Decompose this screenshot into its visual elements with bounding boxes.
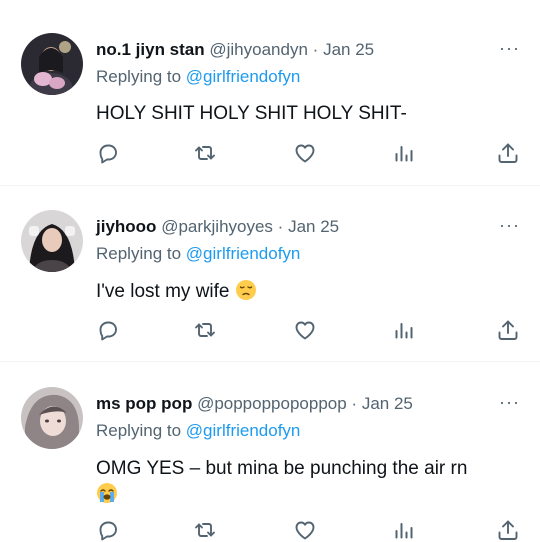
tweet-text: I've lost my wife — [96, 279, 516, 309]
tweet[interactable]: ms pop pop @poppoppopoppop · Jan 25 ··· … — [0, 362, 540, 541]
share-icon[interactable] — [496, 318, 520, 342]
avatar[interactable] — [21, 387, 83, 449]
tweet[interactable]: jiyhooo @parkjihyoyes · Jan 25 ··· Reply… — [0, 186, 540, 361]
separator: · — [277, 217, 284, 236]
replying-to-label: Replying to — [96, 244, 182, 263]
more-options-icon[interactable]: ··· — [499, 215, 520, 236]
views-icon[interactable] — [392, 318, 416, 342]
views-icon[interactable] — [392, 518, 416, 542]
separator: · — [312, 40, 319, 59]
tweet-text-content: OMG YES – but mina be punching the air r… — [96, 458, 468, 479]
retweet-icon[interactable] — [193, 518, 217, 542]
reply-icon[interactable] — [96, 141, 120, 165]
share-icon[interactable] — [496, 141, 520, 165]
display-name[interactable]: no.1 jiyn stan — [96, 40, 205, 59]
pensive-face-icon — [235, 279, 257, 309]
handle[interactable]: @jihyoandyn — [209, 40, 308, 59]
retweet-icon[interactable] — [193, 141, 217, 165]
replying-to: Replying to @girlfriendofyn — [96, 244, 300, 264]
tweet-text-content: I've lost my wife — [96, 281, 230, 302]
retweet-icon[interactable] — [193, 318, 217, 342]
separator: · — [351, 394, 358, 413]
more-options-icon[interactable]: ··· — [499, 392, 520, 413]
tweet-text: OMG YES – but mina be punching the air r… — [96, 456, 516, 512]
replying-to-label: Replying to — [96, 67, 182, 86]
more-options-icon[interactable]: ··· — [499, 38, 520, 59]
reply-icon[interactable] — [96, 318, 120, 342]
mention-link[interactable]: @girlfriendofyn — [186, 67, 301, 86]
display-name[interactable]: ms pop pop — [96, 394, 192, 413]
tweet-text-content: HOLY SHIT HOLY SHIT HOLY SHIT- — [96, 103, 407, 124]
like-icon[interactable] — [293, 141, 317, 165]
tweet-text: HOLY SHIT HOLY SHIT HOLY SHIT- — [96, 101, 516, 127]
timestamp[interactable]: Jan 25 — [323, 40, 374, 59]
action-bar — [96, 141, 520, 165]
action-bar — [96, 518, 520, 542]
replying-to-label: Replying to — [96, 421, 182, 440]
loudly-crying-face-icon — [96, 482, 118, 512]
action-bar — [96, 318, 520, 342]
mention-link[interactable]: @girlfriendofyn — [186, 244, 301, 263]
tweet[interactable]: no.1 jiyn stan @jihyoandyn · Jan 25 ··· … — [0, 0, 540, 185]
replying-to: Replying to @girlfriendofyn — [96, 421, 300, 441]
like-icon[interactable] — [293, 318, 317, 342]
mention-link[interactable]: @girlfriendofyn — [186, 421, 301, 440]
share-icon[interactable] — [496, 518, 520, 542]
avatar[interactable] — [21, 210, 83, 272]
handle[interactable]: @poppoppopoppop — [197, 394, 347, 413]
tweet-header: no.1 jiyn stan @jihyoandyn · Jan 25 — [96, 40, 374, 60]
display-name[interactable]: jiyhooo — [96, 217, 156, 236]
timestamp[interactable]: Jan 25 — [362, 394, 413, 413]
reply-icon[interactable] — [96, 518, 120, 542]
handle[interactable]: @parkjihyoyes — [161, 217, 273, 236]
tweet-header: ms pop pop @poppoppopoppop · Jan 25 — [96, 394, 413, 414]
views-icon[interactable] — [392, 141, 416, 165]
timestamp[interactable]: Jan 25 — [288, 217, 339, 236]
tweet-header: jiyhooo @parkjihyoyes · Jan 25 — [96, 217, 339, 237]
like-icon[interactable] — [293, 518, 317, 542]
replying-to: Replying to @girlfriendofyn — [96, 67, 300, 87]
avatar[interactable] — [21, 33, 83, 95]
